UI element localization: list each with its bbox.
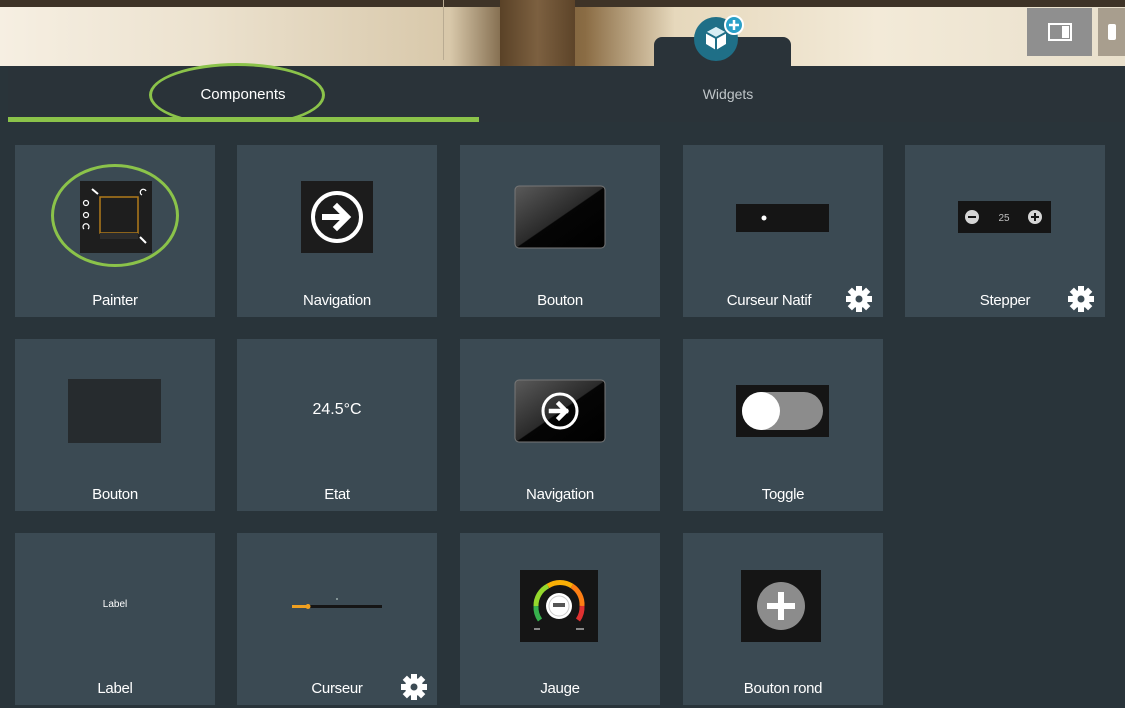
tile-stepper[interactable]: 25 Stepper [905, 145, 1105, 317]
tab-widgets[interactable]: Widgets [488, 66, 968, 122]
slider-preview-icon [292, 598, 382, 609]
tile-curseur-natif[interactable]: Curseur Natif [683, 145, 883, 317]
stepper-value: 25 [998, 213, 1010, 224]
stepper-preview: 25 [958, 201, 1051, 233]
panel-layout-button[interactable] [1027, 8, 1092, 56]
glossy-button-icon [514, 185, 606, 249]
arrow-right-icon [514, 379, 606, 443]
highlight-circle-painter [51, 164, 179, 267]
flat-button-preview [68, 379, 161, 443]
phone-icon [1107, 24, 1116, 40]
tile-jauge[interactable]: Jauge [460, 533, 660, 705]
tile-label-component[interactable]: Label Label [15, 533, 215, 705]
tile-bouton-rond[interactable]: Bouton rond [683, 533, 883, 705]
tile-toggle[interactable]: Toggle [683, 339, 883, 511]
tile-label: Label [97, 680, 133, 697]
tile-label: Bouton [537, 292, 583, 309]
tile-label: Navigation [526, 486, 594, 503]
tile-label: Etat [324, 486, 350, 503]
tile-bouton[interactable]: Bouton [460, 145, 660, 317]
tile-etat[interactable]: 24.5°C Etat [237, 339, 437, 511]
panel-layout-icon [1047, 23, 1072, 41]
add-circle-icon [741, 570, 821, 642]
cube-add-icon[interactable] [692, 14, 744, 64]
tile-navigation[interactable]: Navigation [237, 145, 437, 317]
tile-bouton-flat[interactable]: Bouton [15, 339, 215, 511]
arrow-right-icon [301, 181, 373, 253]
background-line [443, 0, 444, 60]
gear-icon[interactable] [845, 285, 873, 313]
tile-label: Toggle [761, 486, 805, 503]
tile-label: Bouton [92, 486, 138, 503]
background-beam [500, 0, 575, 66]
tile-label: Bouton rond [743, 680, 823, 697]
tile-curseur[interactable]: Curseur [237, 533, 437, 705]
tile-navigation-glossy[interactable]: Navigation [460, 339, 660, 511]
tile-label: Jauge [540, 680, 580, 697]
tile-label: Painter [92, 292, 138, 309]
tab-widgets-label: Widgets [702, 86, 754, 102]
tile-label: Navigation [303, 292, 371, 309]
device-button[interactable] [1098, 8, 1125, 56]
gear-icon[interactable] [1067, 285, 1095, 313]
native-slider-icon [736, 204, 829, 232]
gauge-icon [520, 570, 598, 642]
highlight-circle-components [149, 63, 325, 127]
top-bar [0, 0, 1125, 66]
state-value: 24.5°C [312, 401, 362, 418]
gear-icon[interactable] [400, 673, 428, 701]
toggle-switch-icon [736, 385, 829, 437]
label-preview-text: Label [102, 599, 128, 610]
